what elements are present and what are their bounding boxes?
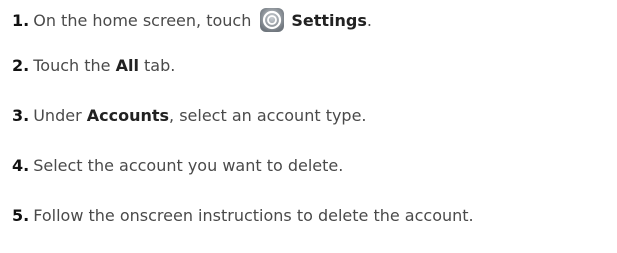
step-4: 4. Select the account you want to delete… <box>12 140 612 190</box>
step-5: 5. Follow the onscreen instructions to d… <box>12 190 612 240</box>
step-number: 2. <box>12 55 30 75</box>
step-2: 2. Touch the All tab. <box>12 40 612 90</box>
settings-gear-icon <box>259 7 285 33</box>
accounts-label: Accounts <box>86 105 170 125</box>
step-text: Follow the onscreen instructions to dele… <box>33 205 474 225</box>
step-text-end: , select an account type. <box>169 105 367 125</box>
step-text-end: . <box>366 10 372 30</box>
step-number: 5. <box>12 205 30 225</box>
step-3: 3. Under Accounts , select an account ty… <box>12 90 612 140</box>
step-text: On the home screen, touch <box>33 10 252 30</box>
step-text: Select the account you want to delete. <box>33 155 344 175</box>
step-number: 3. <box>12 105 30 125</box>
step-number: 1. <box>12 10 30 30</box>
step-number: 4. <box>12 155 30 175</box>
settings-label: Settings <box>291 10 367 30</box>
step-text: Under <box>33 105 87 125</box>
instruction-steps: 1. On the home screen, touch Settings . … <box>12 0 612 240</box>
step-1: 1. On the home screen, touch Settings . <box>12 0 612 40</box>
all-tab-label: All <box>115 55 139 75</box>
step-text: Touch the <box>33 55 116 75</box>
step-text-end: tab. <box>138 55 176 75</box>
